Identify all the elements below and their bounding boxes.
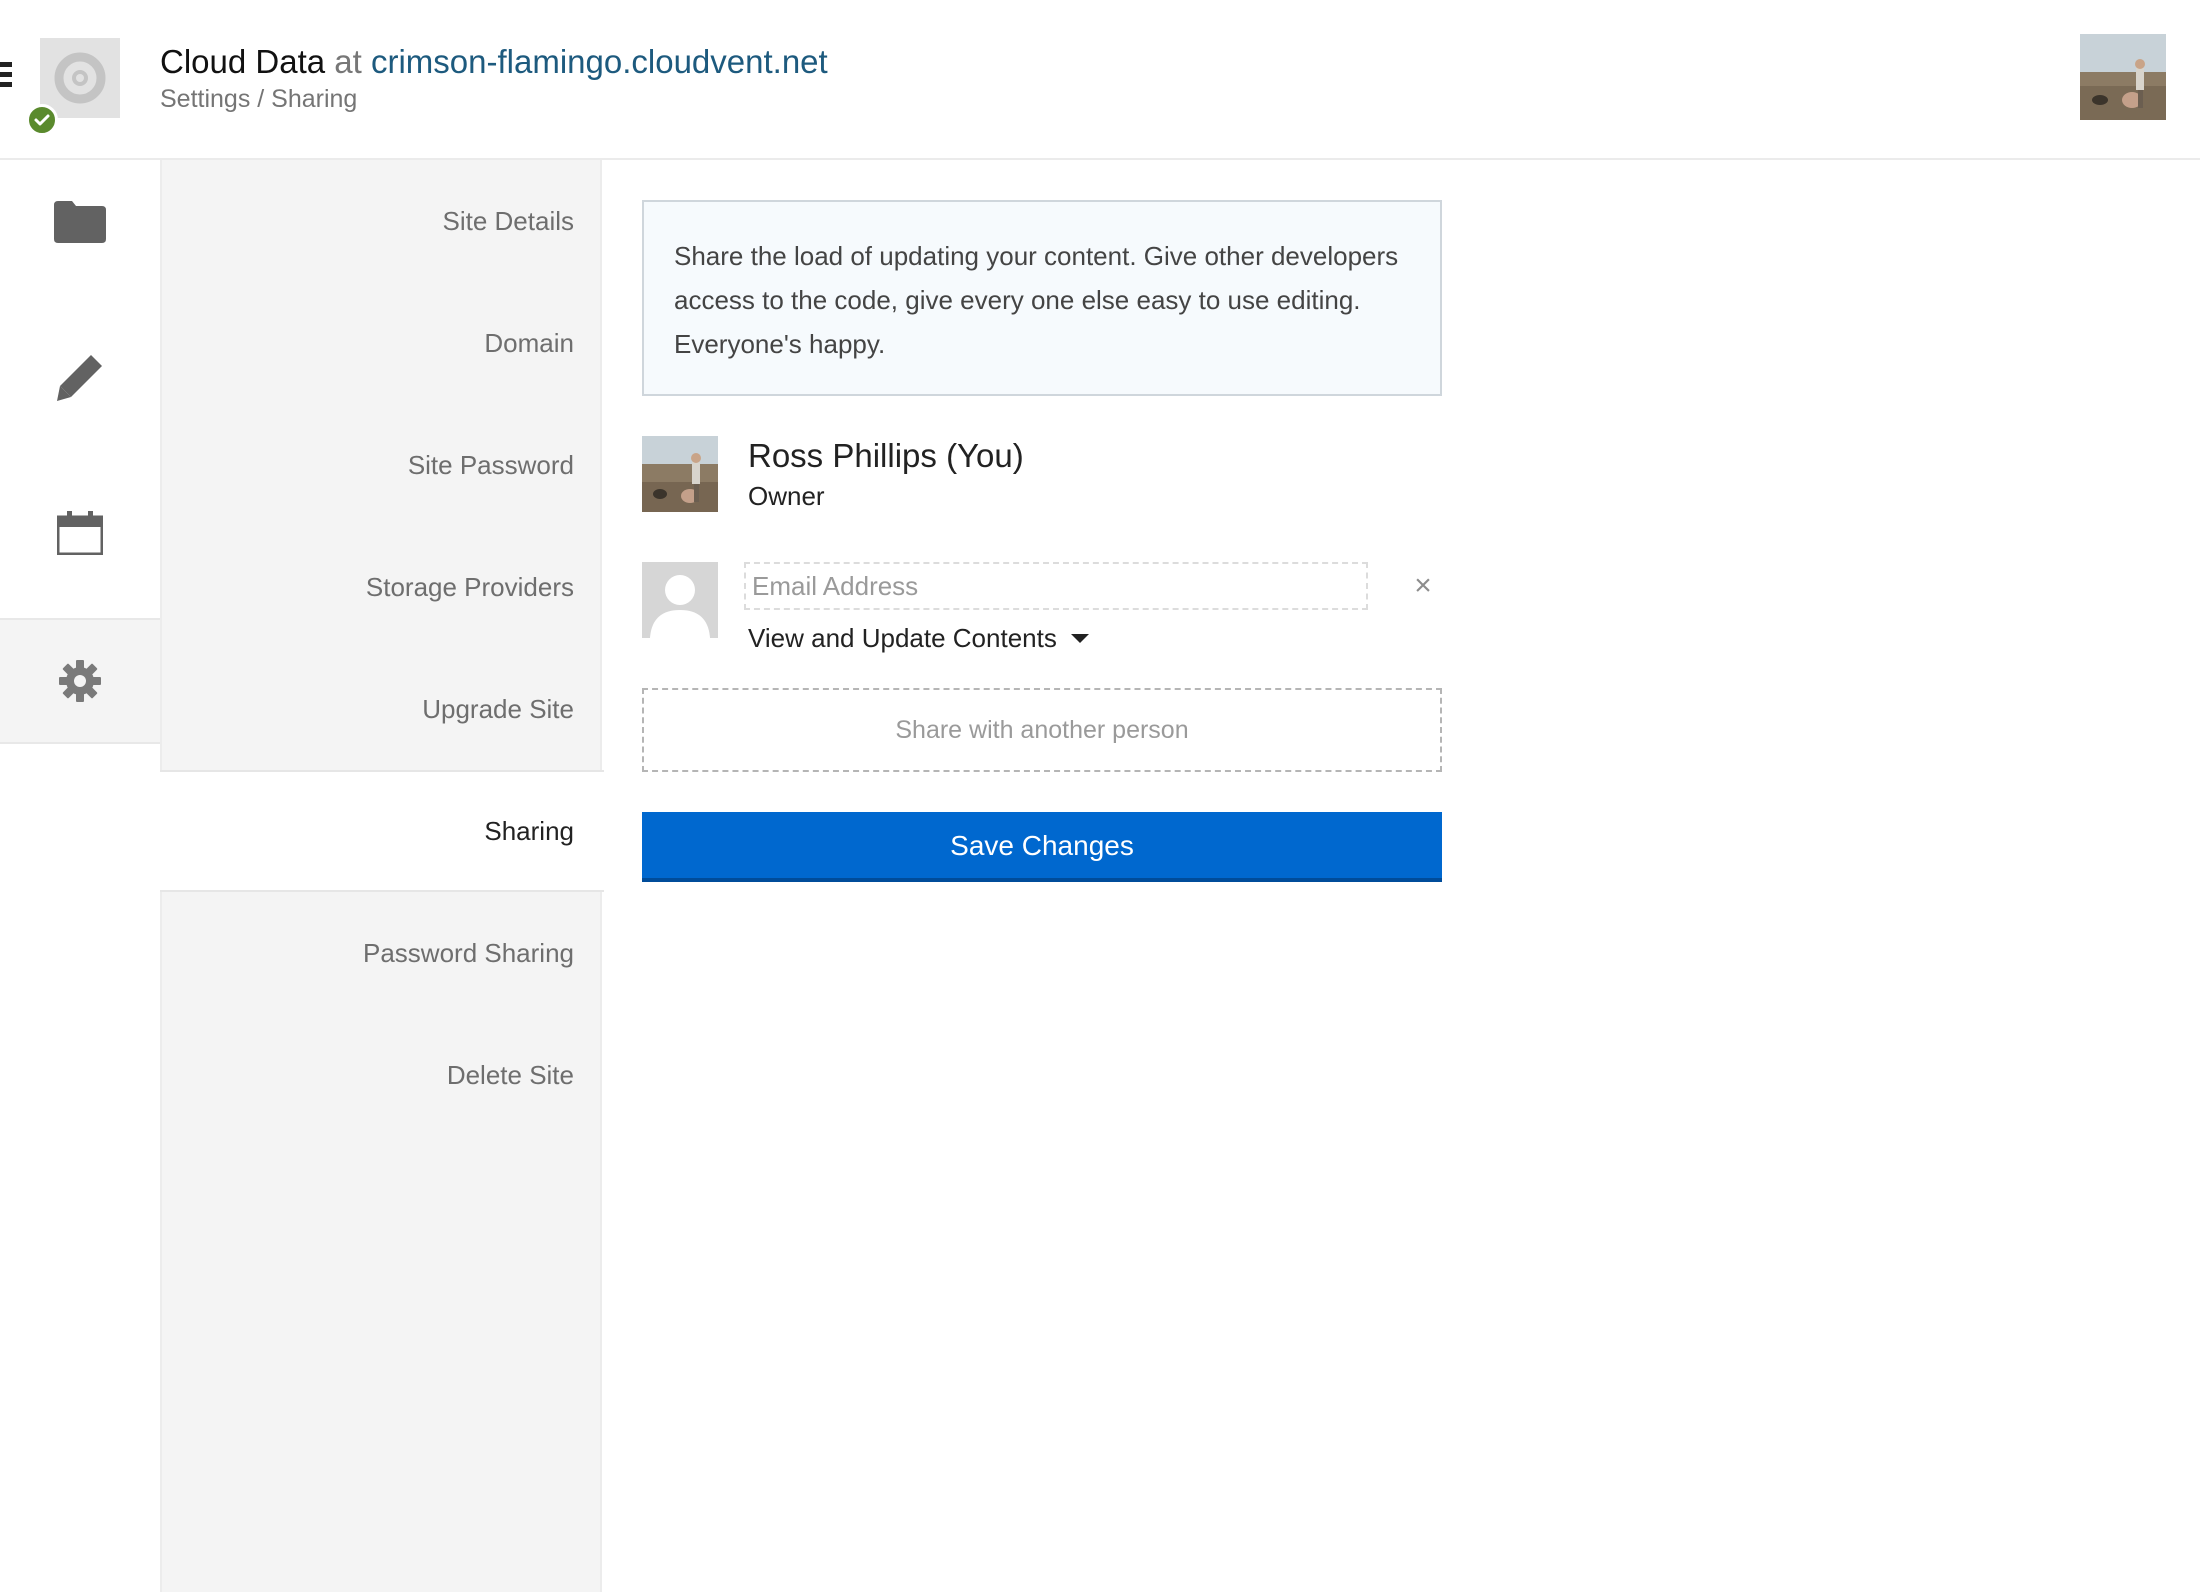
calendar-icon <box>57 511 103 555</box>
settings-nav-site-password[interactable]: Site Password <box>162 404 604 526</box>
rail-item-files[interactable] <box>0 160 160 282</box>
owner-avatar <box>642 436 718 512</box>
settings-nav-upgrade-site[interactable]: Upgrade Site <box>162 648 604 770</box>
site-domain-link[interactable]: crimson-flamingo.cloudvent.net <box>371 43 828 80</box>
site-logo-icon <box>54 52 106 104</box>
settings-nav-site-details[interactable]: Site Details <box>162 160 604 282</box>
save-changes-button[interactable]: Save Changes <box>642 812 1442 882</box>
settings-nav-sharing[interactable]: Sharing <box>160 770 604 892</box>
settings-nav: Site Details Domain Site Password Storag… <box>160 160 604 1592</box>
invitee-avatar-placeholder <box>642 562 718 638</box>
invitee-email-input[interactable] <box>744 562 1368 610</box>
remove-invitee-icon[interactable]: × <box>1408 568 1438 604</box>
settings-nav-domain[interactable]: Domain <box>162 282 604 404</box>
site-logo[interactable] <box>40 38 120 118</box>
settings-nav-password-sharing[interactable]: Password Sharing <box>162 892 604 1014</box>
user-avatar[interactable] <box>2080 34 2166 120</box>
title-at: at <box>334 43 362 80</box>
rail-item-calendar[interactable] <box>0 472 160 594</box>
permission-select[interactable]: View and Update Contents <box>748 620 1089 656</box>
owner-role: Owner <box>748 481 825 511</box>
app-header: Cloud Data at crimson-flamingo.cloudvent… <box>0 0 2200 160</box>
rail-item-editor[interactable] <box>0 316 160 438</box>
icon-rail <box>0 160 160 1592</box>
settings-nav-storage-providers[interactable]: Storage Providers <box>162 526 604 648</box>
gear-icon <box>59 660 101 702</box>
pencil-icon <box>57 352 105 401</box>
status-check-icon <box>26 104 58 136</box>
share-with-another-button[interactable]: Share with another person <box>642 688 1442 772</box>
user-silhouette-icon <box>642 562 718 638</box>
caret-down-icon <box>1070 633 1089 643</box>
sharing-intro-box: Share the load of updating your content.… <box>642 200 1442 396</box>
rail-item-settings[interactable] <box>0 618 160 744</box>
permission-selected-value: View and Update Contents <box>748 623 1057 653</box>
settings-nav-delete-site[interactable]: Delete Site <box>162 1014 604 1136</box>
page-title: Cloud Data at crimson-flamingo.cloudvent… <box>160 40 828 84</box>
app-name: Cloud Data <box>160 43 326 80</box>
menu-icon[interactable] <box>0 62 12 88</box>
folder-icon <box>54 201 106 243</box>
breadcrumb: Settings / Sharing <box>160 85 358 113</box>
owner-name: Ross Phillips (You) <box>748 437 1024 474</box>
